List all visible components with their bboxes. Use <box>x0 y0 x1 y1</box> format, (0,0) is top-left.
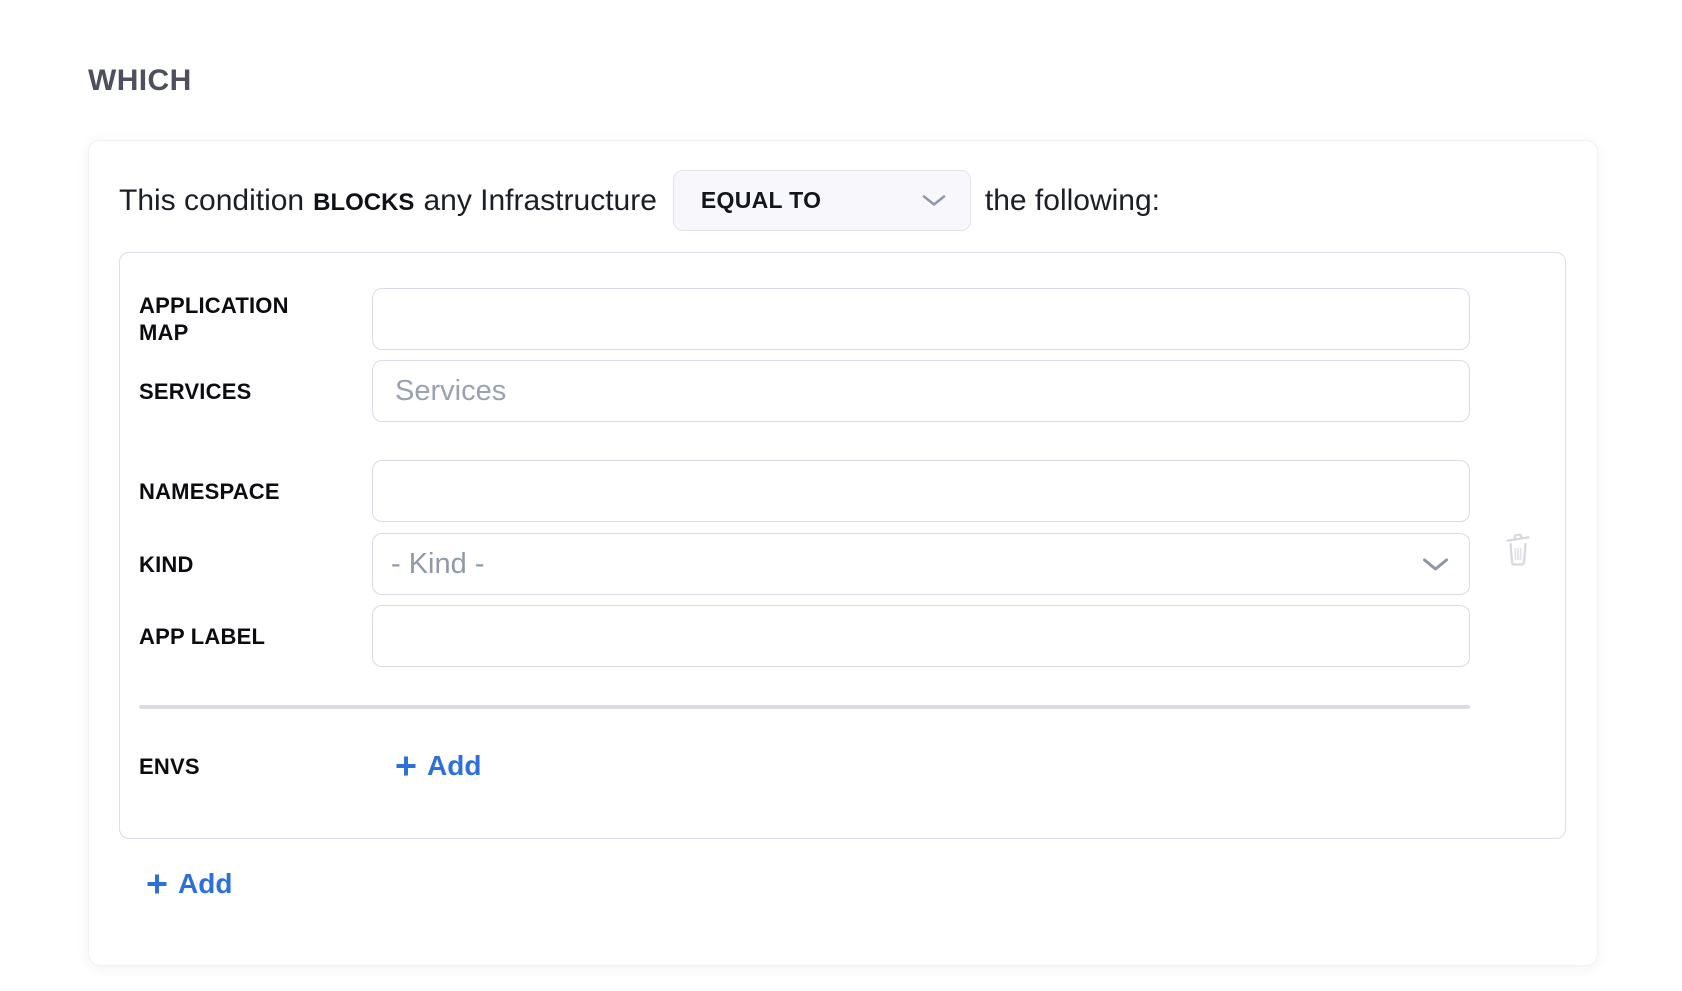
kind-select[interactable]: - Kind - <box>372 533 1470 595</box>
page-title: WHICH <box>88 64 192 98</box>
delete-condition-button[interactable] <box>1504 528 1532 568</box>
add-condition-button-label: Add <box>178 868 232 900</box>
operator-select[interactable]: EQUAL TO <box>673 170 971 231</box>
kind-label: KIND <box>139 551 372 578</box>
condition-middle-text: any Infrastructure <box>423 184 656 218</box>
kind-select-placeholder: - Kind - <box>391 548 484 581</box>
field-row-app-label: APP LABEL <box>120 605 1565 667</box>
condition-prefix-text: This condition <box>119 184 304 218</box>
envs-add-button-label: Add <box>427 750 481 782</box>
services-input[interactable] <box>372 360 1470 422</box>
envs-divider <box>139 705 1470 709</box>
field-row-services: SERVICES <box>120 360 1565 422</box>
field-row-kind: KIND - Kind - <box>120 533 1565 595</box>
condition-verb-text: BLOCKS <box>313 189 414 217</box>
condition-card: This condition BLOCKS any Infrastructure… <box>88 140 1598 966</box>
chevron-down-icon <box>1422 557 1449 572</box>
application-map-input[interactable] <box>372 288 1470 350</box>
trash-icon <box>1504 528 1532 568</box>
condition-sentence-left: This condition BLOCKS any Infrastructure <box>119 184 657 218</box>
application-map-label: APPLICATION MAP <box>139 292 372 346</box>
app-label-label: APP LABEL <box>139 623 372 650</box>
namespace-label: NAMESPACE <box>139 478 372 505</box>
chevron-down-icon <box>922 194 946 207</box>
condition-suffix-text: the following: <box>985 184 1160 218</box>
services-label: SERVICES <box>139 378 372 405</box>
infrastructure-fields-panel: APPLICATION MAP SERVICES NAMESPACE KIND … <box>119 252 1566 839</box>
envs-label: ENVS <box>139 753 372 780</box>
operator-select-value: EQUAL TO <box>701 187 821 214</box>
namespace-input[interactable] <box>372 460 1470 522</box>
envs-add-button[interactable]: Add <box>395 750 481 782</box>
plus-icon <box>395 755 417 777</box>
app-label-input[interactable] <box>372 605 1470 667</box>
add-condition-button[interactable]: Add <box>146 865 232 903</box>
condition-sentence-row: This condition BLOCKS any Infrastructure… <box>119 170 1160 231</box>
field-row-envs: ENVS Add <box>120 735 1565 797</box>
plus-icon <box>146 873 168 895</box>
field-row-namespace: NAMESPACE <box>120 460 1565 522</box>
field-row-application-map: APPLICATION MAP <box>120 288 1565 350</box>
